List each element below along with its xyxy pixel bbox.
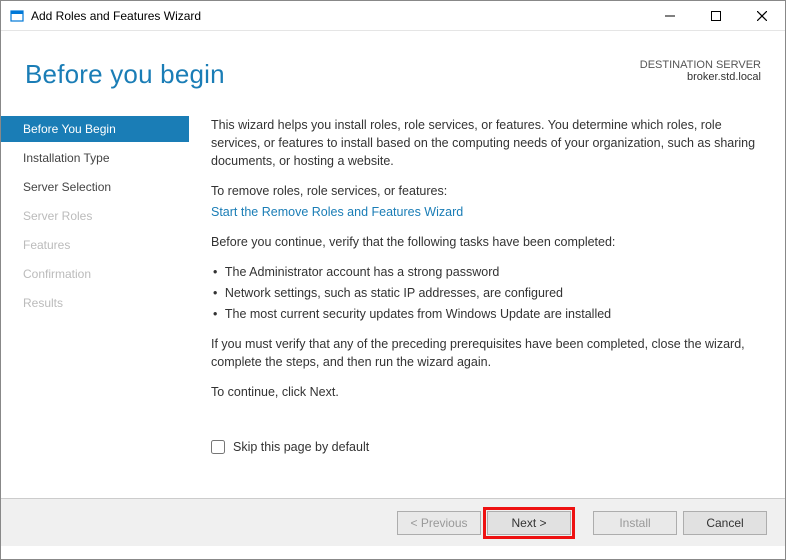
skip-label: Skip this page by default xyxy=(233,438,369,456)
skip-checkbox[interactable] xyxy=(211,440,225,454)
main-area: Before You Begin Installation Type Serve… xyxy=(1,110,785,498)
maximize-button[interactable] xyxy=(693,1,739,31)
page-title: Before you begin xyxy=(25,59,225,90)
cancel-button[interactable]: Cancel xyxy=(683,511,767,535)
step-features: Features xyxy=(1,232,189,258)
step-before-you-begin[interactable]: Before You Begin xyxy=(1,116,189,142)
prerequisite-item: The Administrator account has a strong p… xyxy=(213,263,757,281)
content-pane: This wizard helps you install roles, rol… xyxy=(189,110,785,498)
step-confirmation: Confirmation xyxy=(1,261,189,287)
intro-text: This wizard helps you install roles, rol… xyxy=(211,116,757,170)
verify-label: Before you continue, verify that the fol… xyxy=(211,233,757,251)
confirm-text: If you must verify that any of the prece… xyxy=(211,335,757,371)
wizard-icon xyxy=(9,8,25,24)
previous-button: < Previous xyxy=(397,511,481,535)
step-server-roles: Server Roles xyxy=(1,203,189,229)
next-button[interactable]: Next > xyxy=(487,511,571,535)
prerequisite-list: The Administrator account has a strong p… xyxy=(213,263,757,323)
window-title: Add Roles and Features Wizard xyxy=(31,9,201,23)
step-results: Results xyxy=(1,290,189,316)
step-installation-type[interactable]: Installation Type xyxy=(1,145,189,171)
step-server-selection[interactable]: Server Selection xyxy=(1,174,189,200)
prerequisite-item: Network settings, such as static IP addr… xyxy=(213,284,757,302)
page-header: Before you begin DESTINATION SERVER brok… xyxy=(1,31,785,110)
wizard-steps-sidebar: Before You Begin Installation Type Serve… xyxy=(1,110,189,498)
continue-text: To continue, click Next. xyxy=(211,383,757,401)
skip-row: Skip this page by default xyxy=(211,438,757,456)
destination-label: DESTINATION SERVER xyxy=(640,59,761,71)
wizard-footer: < Previous Next > Install Cancel xyxy=(1,498,785,546)
destination-server: DESTINATION SERVER broker.std.local xyxy=(640,59,761,83)
remove-label: To remove roles, role services, or featu… xyxy=(211,182,757,200)
remove-roles-link[interactable]: Start the Remove Roles and Features Wiza… xyxy=(211,205,463,219)
close-button[interactable] xyxy=(739,1,785,31)
window-buttons xyxy=(647,1,785,31)
prerequisite-item: The most current security updates from W… xyxy=(213,305,757,323)
titlebar: Add Roles and Features Wizard xyxy=(1,1,785,31)
minimize-button[interactable] xyxy=(647,1,693,31)
destination-value: broker.std.local xyxy=(640,71,761,83)
install-button: Install xyxy=(593,511,677,535)
